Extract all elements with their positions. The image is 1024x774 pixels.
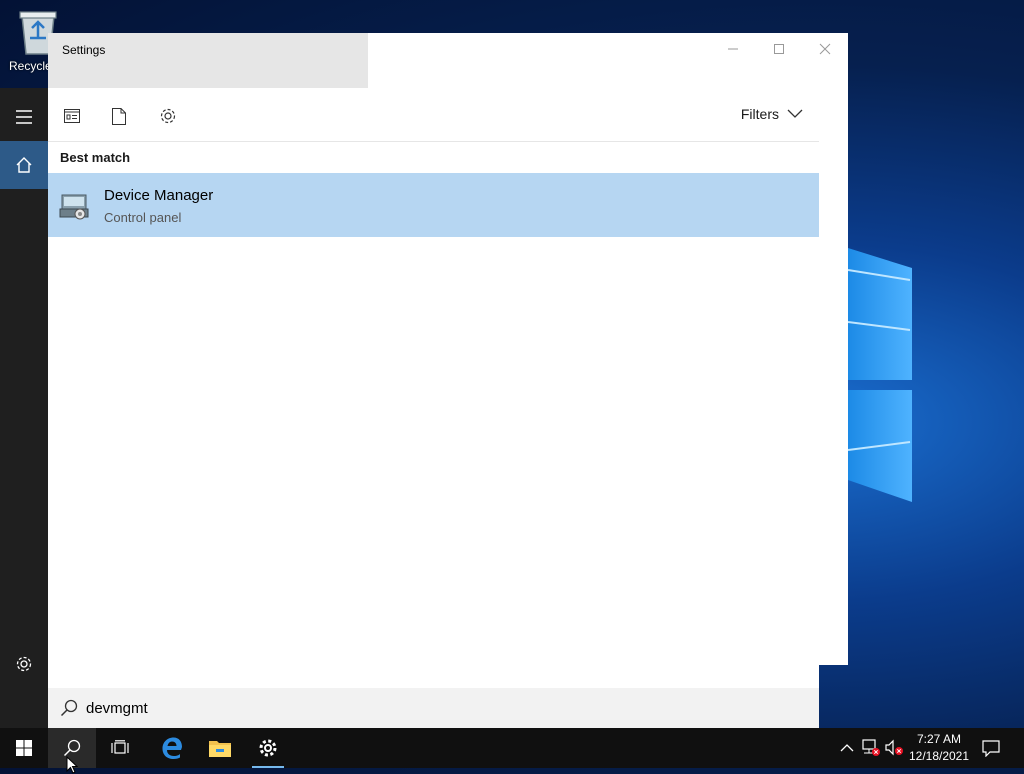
volume-icon [885,739,903,756]
taskbar-search-button[interactable] [48,728,96,774]
settings-filter-icon [160,108,176,124]
action-center-icon [982,740,1000,757]
home-button[interactable] [0,141,48,189]
clock[interactable]: 7:27 AM 12/18/2021 [906,731,972,765]
chevron-up-icon [840,744,854,752]
filters-label: Filters [740,106,779,122]
start-rail [0,88,48,728]
file-explorer-icon [209,741,231,757]
result-name: Device Manager [104,187,214,204]
titlebar-overlay [48,33,368,89]
edge-icon [162,737,182,759]
rail-settings-button[interactable] [0,640,48,688]
search-icon [63,739,81,757]
network-status-button[interactable] [861,738,881,758]
search-icon [60,699,78,717]
file-explorer-button[interactable] [196,728,244,768]
volume-button[interactable] [885,738,905,758]
settings-icon [259,739,277,757]
documents-filter-button[interactable] [107,104,131,128]
apps-filter-icon [64,109,80,123]
close-button[interactable] [802,33,848,65]
start-icon [16,740,32,756]
minimize-icon [728,48,738,50]
apps-filter-button[interactable] [60,104,84,128]
home-icon [16,157,32,173]
maximize-icon [774,44,784,54]
start-button[interactable] [0,728,48,768]
windows-logo-wallpaper [848,248,912,502]
expand-menu-button[interactable] [0,93,48,141]
edge-button[interactable] [148,728,196,768]
task-view-button[interactable] [96,728,144,768]
clock-date: 12/18/2021 [908,749,970,763]
search-toolbar: Filters [48,88,819,142]
network-icon [862,739,880,756]
task-view-icon [111,740,129,754]
recycle-bin-label: Recycle [9,59,52,73]
menu-icon [16,110,32,124]
settings-filter-button[interactable] [156,104,180,128]
best-match-heading: Best match [60,150,131,165]
action-center-button[interactable] [981,738,1001,758]
chevron-down-icon [787,109,803,118]
titlebar[interactable]: Settings [48,33,848,89]
result-type: Control panel [104,210,182,225]
maximize-button[interactable] [756,33,802,65]
device-manager-icon [59,194,89,220]
clock-time: 7:27 AM [916,732,962,746]
show-hidden-icons-button[interactable] [837,738,857,758]
mouse-cursor-icon [66,756,78,774]
window-title: Settings [62,43,106,57]
filters-dropdown[interactable]: Filters [741,106,803,122]
search-box[interactable] [48,688,819,728]
documents-filter-icon [112,107,126,125]
taskbar: 7:27 AM 12/18/2021 [0,728,1024,774]
best-match-result[interactable]: Device Manager Control panel [48,173,819,237]
search-panel: Filters Best match Device Manager Contro… [48,88,819,728]
minimize-button[interactable] [710,33,756,65]
search-input[interactable] [86,696,786,720]
taskbar-settings-button[interactable] [244,728,292,768]
close-icon [819,43,831,55]
settings-icon [16,656,32,672]
